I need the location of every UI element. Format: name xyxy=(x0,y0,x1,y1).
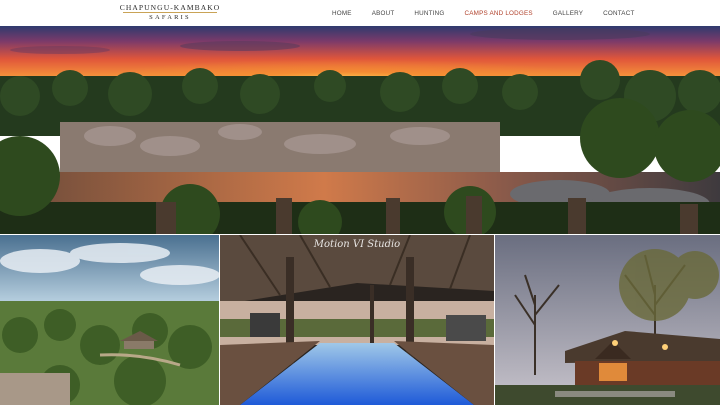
logo-title: CHAPUNGU-KAMBAKO xyxy=(119,3,221,12)
lodge-pool-thatch xyxy=(220,235,494,405)
gallery-image-pool[interactable]: Motion VI Studio xyxy=(220,235,494,405)
nav-gallery[interactable]: GALLERY xyxy=(543,10,593,17)
hero-image xyxy=(0,26,720,234)
nav-about[interactable]: ABOUT xyxy=(362,10,405,17)
nav-contact[interactable]: CONTACT xyxy=(593,10,644,17)
nav-hunting[interactable]: HUNTING xyxy=(404,10,454,17)
main-nav: HOME ABOUT HUNTING CAMPS AND LODGES GALL… xyxy=(322,0,645,26)
page: CHAPUNGU-KAMBAKO SAFARIS HOME ABOUT HUNT… xyxy=(0,0,720,405)
nav-camps-and-lodges[interactable]: CAMPS AND LODGES xyxy=(455,10,543,17)
gallery-image-lodge[interactable] xyxy=(495,235,720,405)
site-header: CHAPUNGU-KAMBAKO SAFARIS HOME ABOUT HUNT… xyxy=(0,0,720,26)
gallery-image-aerial[interactable] xyxy=(0,235,219,405)
sunset-river-landscape xyxy=(0,26,720,234)
thatched-lodge-dusk xyxy=(495,235,720,405)
logo-subtitle: SAFARIS xyxy=(149,14,191,21)
aerial-bush-camp xyxy=(0,235,219,405)
photo-watermark: Motion VI Studio xyxy=(313,239,401,250)
nav-home[interactable]: HOME xyxy=(322,10,362,17)
site-logo[interactable]: CHAPUNGU-KAMBAKO SAFARIS xyxy=(118,3,222,23)
